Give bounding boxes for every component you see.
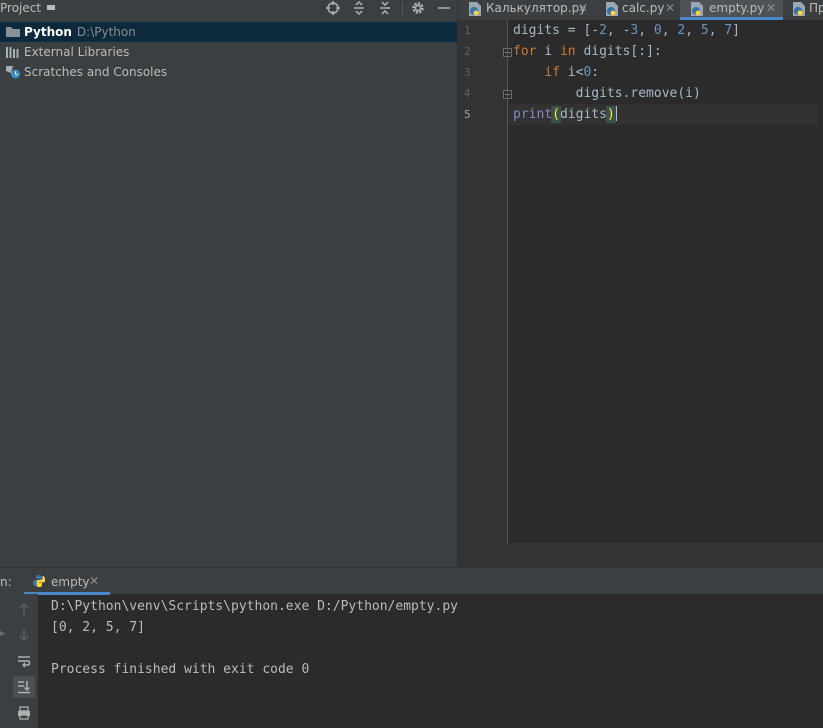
console-line: [0, 2, 5, 7] (51, 620, 145, 635)
run-panel-label: n: (0, 575, 12, 589)
locate-icon[interactable] (325, 0, 341, 16)
code-line: digits = [-2, -3, 0, 2, 5, 7] (513, 20, 740, 41)
code-line: for i in digits[:]: (513, 41, 662, 62)
editor: Калькулятор.py ✕ calc.py ✕ empty.py ✕ Пр… (458, 0, 823, 567)
collapse-all-icon[interactable] (377, 0, 393, 16)
arrow-down-icon[interactable] (13, 624, 35, 646)
python-file-icon (792, 1, 806, 17)
tree-item-label: Scratches and Consoles (24, 65, 168, 79)
run-tab-label: empty (51, 575, 90, 589)
libraries-icon (5, 45, 21, 59)
tab-label: empty.py (709, 1, 765, 15)
tab-calc[interactable]: calc.py ✕ (592, 0, 680, 20)
soft-wrap-icon[interactable] (13, 650, 35, 672)
scroll-to-end-icon[interactable] (13, 676, 35, 698)
tree-item-scratches[interactable]: Scratches and Consoles (0, 62, 457, 82)
console-output[interactable]: D:\Python\venv\Scripts\python.exe D:/Pyt… (51, 596, 458, 680)
run-panel: n: empty ✕ ▸ D:\Python\venv\Scripts\pyth… (0, 567, 823, 728)
tab-empty[interactable]: empty.py ✕ (680, 0, 783, 20)
run-tab-empty[interactable]: empty ✕ (24, 568, 110, 595)
tab-overflow[interactable]: Пр (783, 0, 823, 20)
gear-icon[interactable] (410, 0, 426, 16)
header-divider (402, 1, 403, 16)
folder-icon (5, 25, 21, 39)
chevron-down-icon (47, 5, 56, 10)
project-title-label: Project (0, 1, 42, 15)
line-number: 1 (464, 24, 471, 37)
console-line: Process finished with exit code 0 (51, 662, 310, 677)
console-line: D:\Python\venv\Scripts\python.exe D:/Pyt… (51, 599, 458, 614)
arrow-up-icon[interactable] (13, 598, 35, 620)
python-file-icon (468, 1, 482, 17)
code-line-text: print(digits) (513, 106, 616, 123)
editor-breadcrumb-bar (458, 543, 823, 567)
tree-item-external-libraries[interactable]: External Libraries (0, 42, 457, 62)
tree-item-label: Python (24, 25, 72, 39)
tab-label: Калькулятор.py (486, 1, 587, 15)
line-number: 2 (464, 45, 471, 58)
close-icon[interactable]: ✕ (578, 0, 588, 17)
project-tree: Python D:\Python External Libraries Scrat… (0, 22, 457, 82)
scratches-icon (5, 65, 21, 79)
code-line: digits.remove(i) (513, 83, 701, 104)
run-toolbar: ▸ (0, 594, 38, 728)
text-caret (614, 106, 617, 121)
tree-item-path: D:\Python (76, 25, 136, 39)
close-icon[interactable]: ✕ (665, 0, 675, 17)
code-line-text: if i<0: (544, 65, 600, 80)
code-line-current: print(digits) (508, 104, 818, 125)
python-file-icon (605, 1, 619, 17)
hide-panel-icon[interactable] (436, 0, 452, 16)
python-file-icon (690, 1, 704, 17)
gutter-divider (507, 20, 508, 543)
python-icon (32, 574, 46, 588)
line-number: 3 (464, 66, 471, 79)
project-view-dropdown[interactable]: Project (0, 1, 56, 15)
tab-label: Пр (809, 1, 823, 15)
code-line: if i<0: (513, 62, 599, 83)
line-number: 5 (464, 108, 471, 121)
tree-item-label: External Libraries (24, 45, 130, 59)
project-panel-header: Project (0, 0, 457, 18)
code-line-text: digits = [-2, -3, 0, 2, 5, 7] (513, 23, 740, 38)
close-icon[interactable]: ✕ (766, 0, 776, 17)
line-number-gutter: 1 2 3 4 5 (458, 20, 512, 543)
tab-kalkulyator[interactable]: Калькулятор.py ✕ (458, 0, 592, 20)
tree-item-python[interactable]: Python D:\Python (0, 22, 457, 42)
close-icon[interactable]: ✕ (89, 574, 99, 588)
print-icon[interactable] (13, 702, 35, 724)
code-line-text: for i in digits[:]: (513, 44, 662, 59)
expand-all-icon[interactable] (351, 0, 367, 16)
line-number: 4 (464, 87, 471, 100)
editor-tab-bar: Калькулятор.py ✕ calc.py ✕ empty.py ✕ Пр (458, 0, 823, 20)
run-panel-header: n: empty ✕ (0, 567, 823, 595)
tab-label: calc.py (622, 1, 665, 15)
code-line-text: digits.remove(i) (513, 86, 701, 101)
project-panel: Project Python D:\Python External Librar… (0, 0, 457, 567)
rerun-edge-icon[interactable]: ▸ (0, 628, 5, 640)
